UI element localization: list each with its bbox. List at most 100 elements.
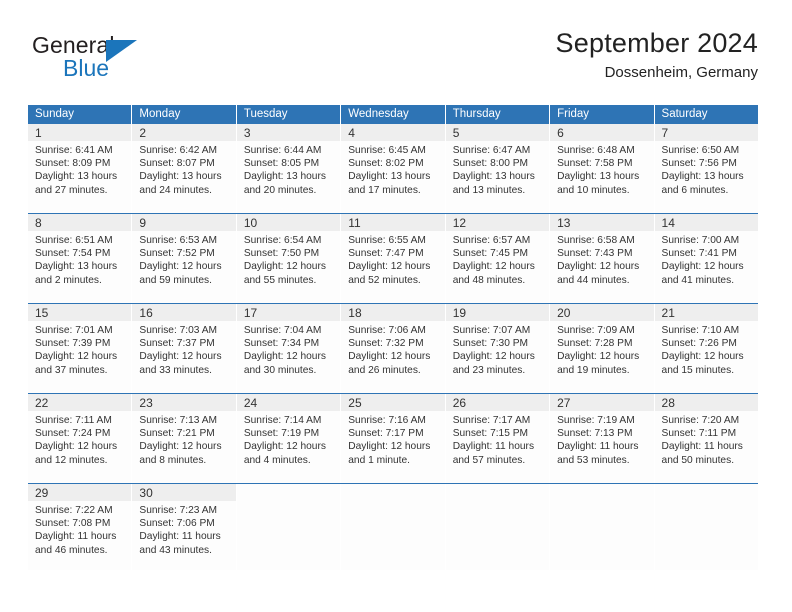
sunrise-text: Sunrise: 7:01 AM (35, 325, 113, 336)
day-number-bar: 10 (236, 214, 341, 231)
sunrise-text: Sunrise: 7:04 AM (243, 325, 322, 336)
daylight-text-line2: and 4 minutes. (243, 454, 311, 466)
day-cell[interactable]: 19 Sunrise: 7:07 AM Sunset: 7:30 PM Dayl… (445, 304, 551, 393)
day-cell[interactable]: 7 Sunrise: 6:50 AM Sunset: 7:56 PM Dayli… (654, 124, 758, 213)
sunset-text: Sunset: 7:08 PM (35, 518, 111, 530)
day-cell[interactable]: 6 Sunrise: 6:48 AM Sunset: 7:58 PM Dayli… (550, 124, 655, 213)
sunrise-text: Sunrise: 7:00 AM (661, 235, 740, 246)
day-number: 2 (139, 126, 147, 140)
day-number: 8 (35, 216, 42, 230)
day-cell[interactable]: 15 Sunrise: 7:01 AM Sunset: 7:39 PM Dayl… (28, 304, 133, 393)
day-cell[interactable]: 20 Sunrise: 7:09 AM Sunset: 7:28 PM Dayl… (550, 304, 655, 393)
daylight-text-line2: and 43 minutes. (139, 544, 212, 556)
day-number-bar: 11 (341, 214, 445, 231)
day-cell[interactable]: 30 Sunrise: 7:23 AM Sunset: 7:06 PM Dayl… (132, 484, 237, 570)
weekday-header-saturday: Saturday (654, 105, 758, 124)
day-cell[interactable]: 10 Sunrise: 6:54 AM Sunset: 7:50 PM Dayl… (236, 214, 342, 303)
page-subtitle: Dossenheim, Germany (604, 64, 758, 81)
sunrise-text: Sunrise: 7:09 AM (557, 325, 635, 336)
daylight-text-line1: Daylight: 12 hours (348, 441, 431, 453)
sunrise-text: Sunrise: 6:55 AM (348, 235, 426, 246)
day-number-bar: 24 (236, 394, 341, 411)
day-number: 11 (348, 216, 361, 230)
day-cell[interactable]: 23 Sunrise: 7:13 AM Sunset: 7:21 PM Dayl… (132, 394, 237, 483)
day-number: 18 (348, 306, 362, 320)
day-cell[interactable]: 29 Sunrise: 7:22 AM Sunset: 7:08 PM Dayl… (28, 484, 133, 570)
day-cell[interactable]: 12 Sunrise: 6:57 AM Sunset: 7:45 PM Dayl… (445, 214, 551, 303)
daylight-text-line1: Daylight: 13 hours (139, 171, 222, 183)
daylight-text-line2: and 59 minutes. (139, 274, 212, 286)
day-cell[interactable]: 14 Sunrise: 7:00 AM Sunset: 7:41 PM Dayl… (654, 214, 758, 303)
day-cell[interactable]: 26 Sunrise: 7:17 AM Sunset: 7:15 PM Dayl… (445, 394, 551, 483)
day-cell[interactable]: 13 Sunrise: 6:58 AM Sunset: 7:43 PM Dayl… (550, 214, 655, 303)
day-cell[interactable]: 2 Sunrise: 6:42 AM Sunset: 8:07 PM Dayli… (132, 124, 237, 213)
day-cell[interactable]: 28 Sunrise: 7:20 AM Sunset: 7:11 PM Dayl… (654, 394, 758, 483)
daylight-text-line2: and 19 minutes. (557, 364, 630, 376)
day-cell[interactable]: 27 Sunrise: 7:19 AM Sunset: 7:13 PM Dayl… (550, 394, 655, 483)
day-number: 29 (35, 486, 49, 500)
daylight-text-line1: Daylight: 12 hours (661, 261, 744, 273)
sunset-text: Sunset: 7:56 PM (661, 158, 737, 170)
day-number-bar (237, 484, 340, 501)
day-details: Sunrise: 6:41 AM Sunset: 8:09 PM Dayligh… (28, 141, 131, 197)
daylight-text-line2: and 26 minutes. (348, 364, 421, 376)
daylight-text-line2: and 12 minutes. (35, 454, 108, 466)
day-number: 12 (452, 216, 467, 230)
daylight-text-line2: and 1 minute. (348, 454, 410, 466)
day-number-bar: 14 (654, 214, 758, 231)
week-row: 22 Sunrise: 7:11 AM Sunset: 7:24 PM Dayl… (28, 393, 758, 483)
day-cell[interactable]: 16 Sunrise: 7:03 AM Sunset: 7:37 PM Dayl… (132, 304, 237, 393)
day-cell[interactable]: 11 Sunrise: 6:55 AM Sunset: 7:47 PM Dayl… (341, 214, 446, 303)
day-cell[interactable]: 24 Sunrise: 7:14 AM Sunset: 7:19 PM Dayl… (236, 394, 342, 483)
day-number: 7 (661, 126, 669, 140)
sunset-text: Sunset: 8:05 PM (243, 158, 320, 170)
daylight-text-line1: Daylight: 13 hours (661, 171, 744, 183)
day-details: Sunrise: 7:03 AM Sunset: 7:37 PM Dayligh… (132, 321, 235, 377)
daylight-text-line2: and 53 minutes. (557, 454, 630, 466)
sunrise-text: Sunrise: 6:57 AM (452, 235, 531, 246)
sunrise-text: Sunrise: 6:50 AM (661, 145, 740, 156)
daylight-text-line1: Daylight: 12 hours (243, 441, 326, 453)
day-cell[interactable]: 8 Sunrise: 6:51 AM Sunset: 7:54 PM Dayli… (28, 214, 133, 303)
day-details: Sunrise: 6:51 AM Sunset: 7:54 PM Dayligh… (28, 231, 131, 287)
sunrise-text: Sunrise: 7:13 AM (139, 415, 218, 426)
day-cell[interactable]: 22 Sunrise: 7:11 AM Sunset: 7:24 PM Dayl… (28, 394, 133, 483)
day-details: Sunrise: 7:16 AM Sunset: 7:17 PM Dayligh… (341, 411, 444, 467)
daylight-text-line2: and 8 minutes. (139, 454, 207, 466)
day-number: 10 (243, 216, 258, 230)
day-cell-empty (445, 484, 551, 570)
day-number-bar (550, 484, 653, 501)
sunset-text: Sunset: 7:26 PM (661, 338, 737, 350)
sunset-text: Sunset: 8:02 PM (348, 158, 424, 170)
sunrise-text: Sunrise: 7:17 AM (452, 415, 531, 426)
day-number-bar: 1 (28, 124, 132, 141)
sunset-text: Sunset: 7:39 PM (35, 338, 111, 350)
day-details: Sunrise: 7:04 AM Sunset: 7:34 PM Dayligh… (237, 321, 340, 377)
daylight-text-line2: and 48 minutes. (452, 274, 526, 286)
day-cell[interactable]: 1 Sunrise: 6:41 AM Sunset: 8:09 PM Dayli… (28, 124, 133, 213)
day-cell[interactable]: 4 Sunrise: 6:45 AM Sunset: 8:02 PM Dayli… (341, 124, 446, 213)
week-row: 8 Sunrise: 6:51 AM Sunset: 7:54 PM Dayli… (28, 213, 758, 303)
day-number: 15 (35, 306, 49, 320)
day-details: Sunrise: 7:11 AM Sunset: 7:24 PM Dayligh… (28, 411, 131, 467)
day-number-bar: 30 (132, 484, 236, 501)
day-number-bar: 12 (445, 214, 550, 231)
day-cell[interactable]: 3 Sunrise: 6:44 AM Sunset: 8:05 PM Dayli… (236, 124, 342, 213)
day-cell[interactable]: 5 Sunrise: 6:47 AM Sunset: 8:00 PM Dayli… (445, 124, 551, 213)
day-details: Sunrise: 6:57 AM Sunset: 7:45 PM Dayligh… (446, 231, 549, 287)
day-details: Sunrise: 7:22 AM Sunset: 7:08 PM Dayligh… (28, 501, 131, 557)
day-number-bar (341, 484, 444, 501)
day-cell[interactable]: 17 Sunrise: 7:04 AM Sunset: 7:34 PM Dayl… (236, 304, 342, 393)
day-cell[interactable]: 18 Sunrise: 7:06 AM Sunset: 7:32 PM Dayl… (341, 304, 446, 393)
daylight-text-line2: and 30 minutes. (243, 364, 317, 376)
day-details: Sunrise: 6:44 AM Sunset: 8:05 PM Dayligh… (237, 141, 340, 197)
day-details: Sunrise: 6:54 AM Sunset: 7:50 PM Dayligh… (237, 231, 340, 287)
day-cell[interactable]: 21 Sunrise: 7:10 AM Sunset: 7:26 PM Dayl… (654, 304, 758, 393)
day-number-bar: 21 (654, 304, 758, 321)
day-cell[interactable]: 25 Sunrise: 7:16 AM Sunset: 7:17 PM Dayl… (341, 394, 446, 483)
day-number: 25 (348, 396, 362, 410)
day-number: 16 (139, 306, 153, 320)
daylight-text-line2: and 50 minutes. (661, 454, 735, 466)
day-number: 9 (139, 216, 147, 230)
day-cell[interactable]: 9 Sunrise: 6:53 AM Sunset: 7:52 PM Dayli… (132, 214, 237, 303)
